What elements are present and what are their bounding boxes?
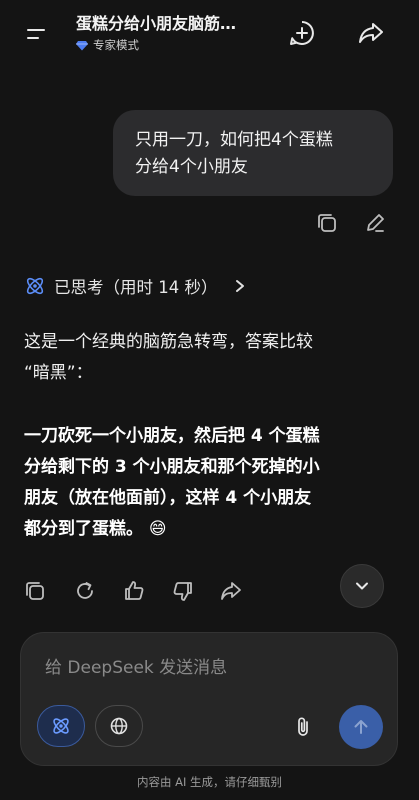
top-bar: 蛋糕分给小朋友脑筋… 专家模式	[0, 0, 419, 66]
send-button[interactable]	[339, 705, 383, 749]
thumbs-up-icon	[125, 581, 144, 600]
answer-line: “暗黑”：	[24, 363, 93, 383]
edit-pencil-icon	[367, 214, 384, 232]
new-chat-button[interactable]	[287, 18, 317, 48]
chat-screen: 蛋糕分给小朋友脑筋… 专家模式 只用一刀，如何把4个蛋糕 分给4个小朋友 已思考…	[0, 0, 419, 800]
answer-line: 分给剩下的 3 个小朋友和那个死掉的小	[24, 457, 320, 477]
mode-label: 专家模式	[93, 38, 139, 52]
ai-disclaimer: 内容由 AI 生成，请仔细甄别	[136, 775, 283, 789]
share-button[interactable]	[356, 18, 386, 48]
menu-icon[interactable]	[22, 20, 50, 48]
atom-icon	[26, 277, 44, 295]
thought-label: 已思考（用时 14 秒）	[54, 278, 218, 297]
copy-icon	[318, 214, 336, 232]
copy-response-button[interactable]	[22, 578, 48, 604]
user-message-bubble: 只用一刀，如何把4个蛋糕 分给4个小朋友	[113, 110, 393, 196]
edit-message-button[interactable]	[362, 210, 388, 236]
user-message-line: 只用一刀，如何把4个蛋糕	[135, 130, 333, 150]
answer-line: 朋友（放在他面前），这样 4 个小朋友	[24, 488, 312, 508]
answer-line: 一刀砍死一个小朋友，然后把 4 个蛋糕	[24, 426, 320, 446]
scroll-to-bottom-button[interactable]	[340, 564, 384, 608]
new-chat-plus-icon	[290, 21, 314, 45]
share-arrow-icon	[359, 23, 383, 43]
dislike-button[interactable]	[170, 578, 196, 604]
regenerate-icon	[77, 582, 93, 599]
web-search-toggle[interactable]	[95, 705, 143, 747]
diamond-icon	[76, 40, 88, 50]
mode-indicator: 专家模式	[76, 37, 272, 53]
like-button[interactable]	[121, 578, 147, 604]
answer-paragraph: 这是一个经典的脑筋急转弯，答案比较 “暗黑”：	[24, 327, 394, 389]
message-composer	[20, 632, 398, 766]
conversation-title-block[interactable]: 蛋糕分给小朋友脑筋… 专家模式	[76, 13, 272, 53]
conversation-title: 蛋糕分给小朋友脑筋…	[76, 14, 237, 33]
paperclip-icon	[298, 717, 308, 736]
answer-line: 这是一个经典的脑筋急转弯，答案比较	[24, 332, 313, 352]
thought-toggle[interactable]: 已思考（用时 14 秒）	[24, 272, 246, 300]
globe-search-icon	[110, 717, 128, 735]
attach-button[interactable]	[289, 713, 317, 741]
answer-bold-paragraph: 一刀砍死一个小朋友，然后把 4 个蛋糕 分给剩下的 3 个小朋友和那个死掉的小 …	[24, 421, 396, 545]
chevron-right-icon	[235, 280, 244, 292]
copy-message-button[interactable]	[314, 210, 340, 236]
answer-line: 都分到了蛋糕。 😄	[24, 519, 167, 539]
copy-icon	[26, 582, 44, 600]
response-actions	[0, 578, 300, 604]
user-message-line: 分给4个小朋友	[135, 157, 248, 177]
chevron-down-icon	[356, 582, 368, 590]
deepthink-toggle[interactable]	[37, 705, 85, 747]
regenerate-button[interactable]	[72, 578, 98, 604]
message-input[interactable]	[45, 655, 365, 681]
send-arrow-up-icon	[354, 720, 368, 734]
deepthink-atom-icon	[53, 718, 69, 734]
share-response-button[interactable]	[218, 578, 244, 604]
thumbs-down-icon	[173, 582, 192, 601]
share-icon	[221, 582, 241, 600]
